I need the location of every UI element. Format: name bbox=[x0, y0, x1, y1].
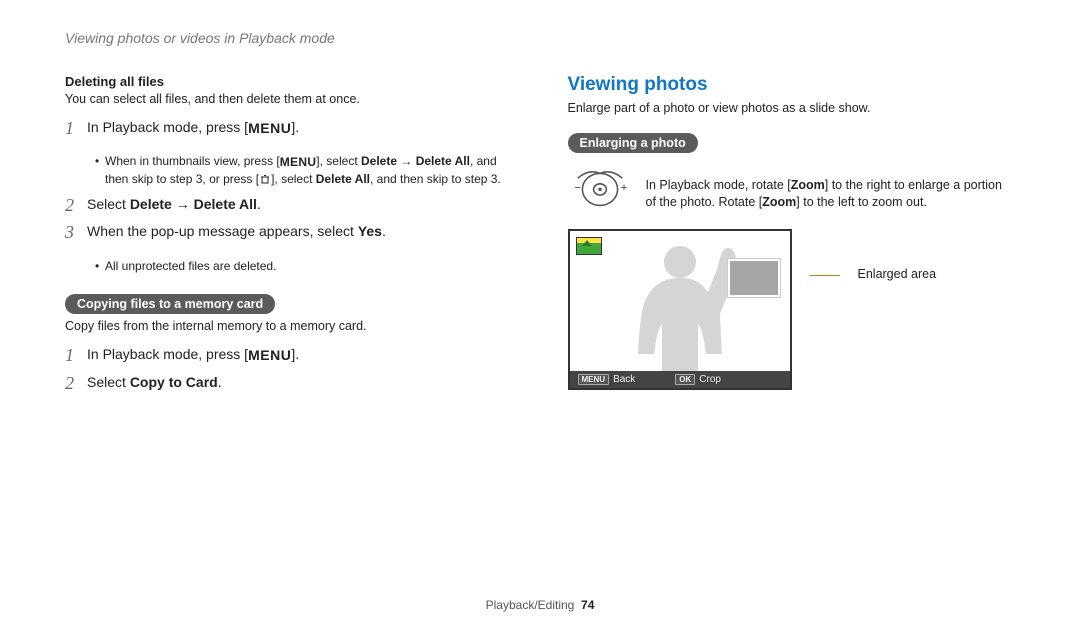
enlarging-pill: Enlarging a photo bbox=[568, 133, 698, 153]
step-text: Select bbox=[87, 374, 130, 390]
photo-preview: MENUBack OKCrop bbox=[568, 229, 792, 390]
deleting-body: You can select all files, and then delet… bbox=[65, 91, 513, 108]
step-3: 3 When the pop-up message appears, selec… bbox=[65, 222, 513, 244]
preview-footer: MENUBack OKCrop bbox=[570, 371, 790, 388]
menu-badge-icon: MENU bbox=[578, 374, 610, 385]
footer-section: Playback/Editing bbox=[486, 598, 575, 612]
manual-page: Viewing photos or videos in Playback mod… bbox=[0, 0, 1080, 630]
viewing-photos-heading: Viewing photos bbox=[568, 74, 1016, 96]
copy-step-1: 1 In Playback mode, press [MENU]. bbox=[65, 345, 513, 367]
step-number: 3 bbox=[65, 222, 87, 244]
step-3-note: All unprotected files are deleted. bbox=[65, 258, 513, 274]
copy-step-2: 2 Select Copy to Card. bbox=[65, 373, 513, 395]
svg-text:+: + bbox=[620, 182, 627, 194]
step-text: Select bbox=[87, 196, 130, 212]
left-column: Deleting all files You can select all fi… bbox=[65, 74, 513, 408]
preview-body bbox=[570, 231, 790, 371]
step-text: In Playback mode, press [ bbox=[87, 119, 248, 135]
step-number: 1 bbox=[65, 345, 87, 367]
zoom-row: − + In Playback mode, rotate [Zoom] to t… bbox=[568, 167, 1016, 215]
two-column-layout: Deleting all files You can select all fi… bbox=[65, 74, 1015, 408]
step-1: 1 In Playback mode, press [MENU]. bbox=[65, 118, 513, 140]
zoom-instruction: In Playback mode, rotate [Zoom] to the r… bbox=[646, 167, 1016, 212]
ok-badge-icon: OK bbox=[675, 374, 695, 385]
svg-text:−: − bbox=[574, 182, 581, 194]
menu-button-label: MENU bbox=[248, 120, 291, 136]
menu-button-label-small: MENU bbox=[280, 155, 317, 169]
deleting-steps-cont: 2 Select Delete → Delete All. 3 When the… bbox=[65, 195, 513, 244]
trash-icon bbox=[259, 173, 271, 189]
zoom-dial-icon: − + bbox=[568, 167, 632, 215]
deleting-steps: 1 In Playback mode, press [MENU]. bbox=[65, 118, 513, 140]
step-1-note: When in thumbnails view, press [MENU], s… bbox=[65, 153, 513, 188]
page-number: 74 bbox=[581, 598, 594, 612]
child-silhouette-icon bbox=[605, 231, 755, 371]
step-number: 2 bbox=[65, 195, 87, 217]
menu-button-label: MENU bbox=[248, 347, 291, 363]
viewing-photos-body: Enlarge part of a photo or view photos a… bbox=[568, 100, 1016, 117]
step-number: 2 bbox=[65, 373, 87, 395]
step-text: In Playback mode, press [ bbox=[87, 346, 248, 362]
deleting-heading: Deleting all files bbox=[65, 74, 513, 89]
copying-pill: Copying files to a memory card bbox=[65, 294, 275, 314]
breadcrumb-title: Viewing photos or videos in Playback mod… bbox=[65, 30, 1015, 46]
page-footer: Playback/Editing 74 bbox=[0, 598, 1080, 612]
landscape-thumbnail-icon bbox=[576, 237, 602, 255]
right-column: Viewing photos Enlarge part of a photo o… bbox=[568, 74, 1016, 408]
enlarged-area-indicator bbox=[728, 259, 780, 297]
copying-body: Copy files from the internal memory to a… bbox=[65, 318, 513, 335]
footer-menu-back: MENUBack bbox=[578, 374, 636, 385]
step-2: 2 Select Delete → Delete All. bbox=[65, 195, 513, 217]
footer-ok-crop: OKCrop bbox=[675, 374, 721, 385]
callout-line-icon bbox=[810, 275, 840, 276]
copying-steps: 1 In Playback mode, press [MENU]. 2 Sele… bbox=[65, 345, 513, 394]
step-text: When the pop-up message appears, select bbox=[87, 223, 358, 239]
step-text: ]. bbox=[291, 119, 299, 135]
enlarged-area-callout: Enlarged area bbox=[858, 267, 937, 281]
step-number: 1 bbox=[65, 118, 87, 140]
preview-row: MENUBack OKCrop Enlarged area bbox=[568, 229, 1016, 390]
